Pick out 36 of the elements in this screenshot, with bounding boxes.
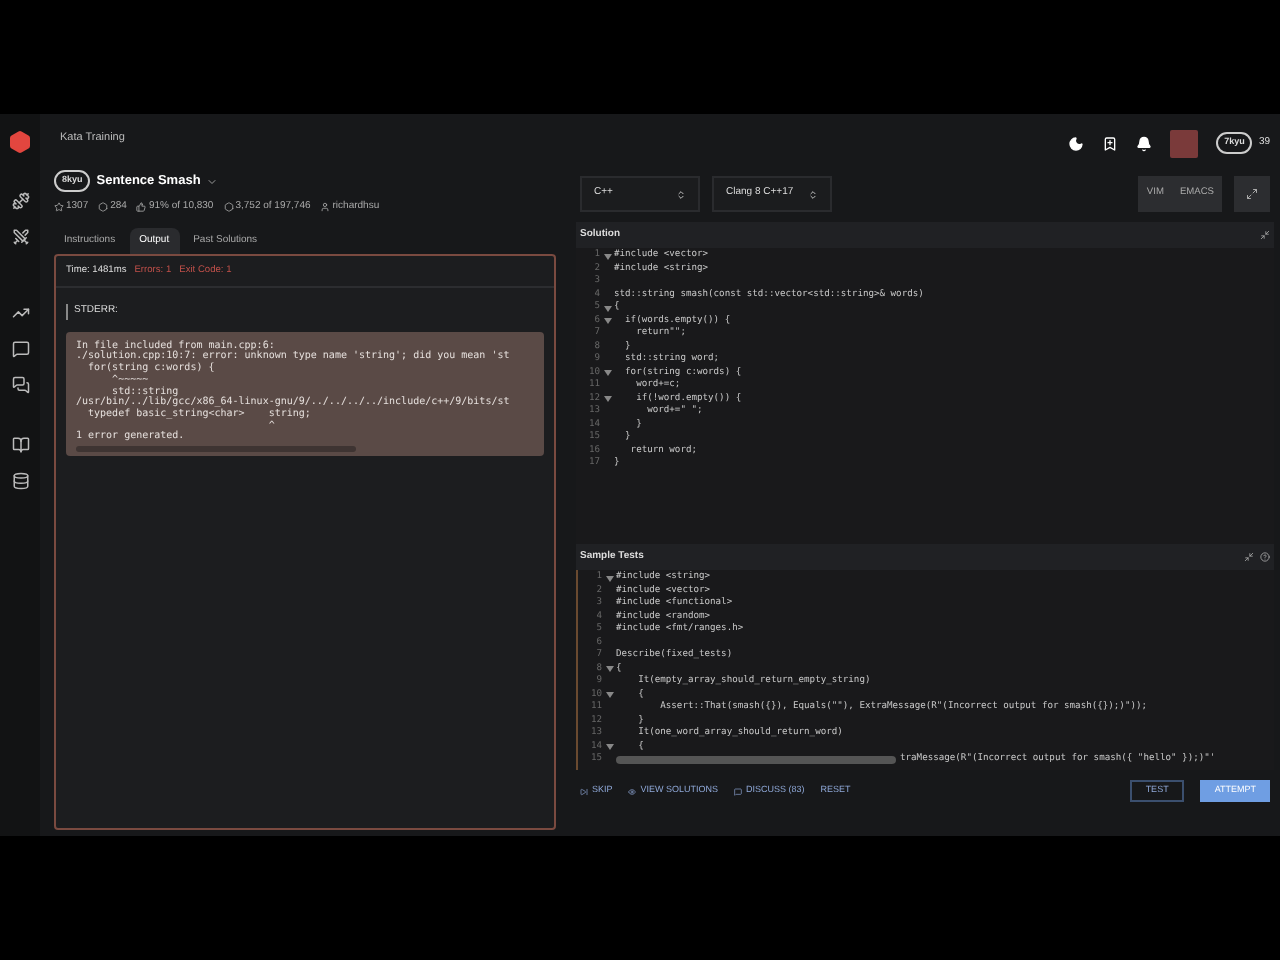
bookmark-icon[interactable]	[1102, 135, 1119, 151]
scrollbar-thumb[interactable]	[76, 446, 356, 453]
messages-icon[interactable]	[11, 376, 29, 394]
fold-caret-icon[interactable]	[605, 575, 613, 582]
solutions-icon	[628, 787, 637, 795]
scrollbar-thumb[interactable]	[616, 756, 896, 765]
fold-caret-icon[interactable]	[603, 370, 611, 377]
caret-icon	[808, 189, 818, 199]
fold-caret-icon[interactable]	[605, 744, 613, 751]
thumb-icon	[136, 202, 147, 213]
fold-caret-icon[interactable]	[603, 253, 611, 260]
help-icon[interactable]	[1260, 552, 1270, 562]
collapse-icon[interactable]	[1244, 552, 1254, 562]
caret-icon	[676, 189, 686, 199]
chat-icon[interactable]	[11, 340, 29, 358]
trending-icon[interactable]	[11, 304, 29, 322]
dumbbell-icon[interactable]	[11, 192, 29, 210]
discuss-icon	[734, 787, 743, 795]
collapse-icon[interactable]	[1260, 230, 1270, 240]
chevron-icon[interactable]	[206, 175, 219, 188]
user-icon	[320, 202, 331, 213]
fold-caret-icon[interactable]	[605, 666, 613, 673]
logo-icon[interactable]	[8, 130, 32, 154]
swords-icon[interactable]	[11, 228, 29, 246]
notification-icon[interactable]	[1136, 135, 1153, 151]
fold-caret-icon[interactable]	[603, 305, 611, 312]
fold-caret-icon[interactable]	[603, 396, 611, 403]
hex-icon	[223, 202, 234, 213]
database-icon[interactable]	[11, 472, 29, 490]
skip-icon	[580, 787, 588, 795]
moon-icon[interactable]	[1068, 135, 1085, 151]
book-icon[interactable]	[11, 436, 29, 454]
hex-icon	[98, 202, 109, 213]
star-icon	[54, 202, 64, 213]
fold-caret-icon[interactable]	[605, 692, 613, 699]
fold-caret-icon[interactable]	[603, 318, 611, 325]
